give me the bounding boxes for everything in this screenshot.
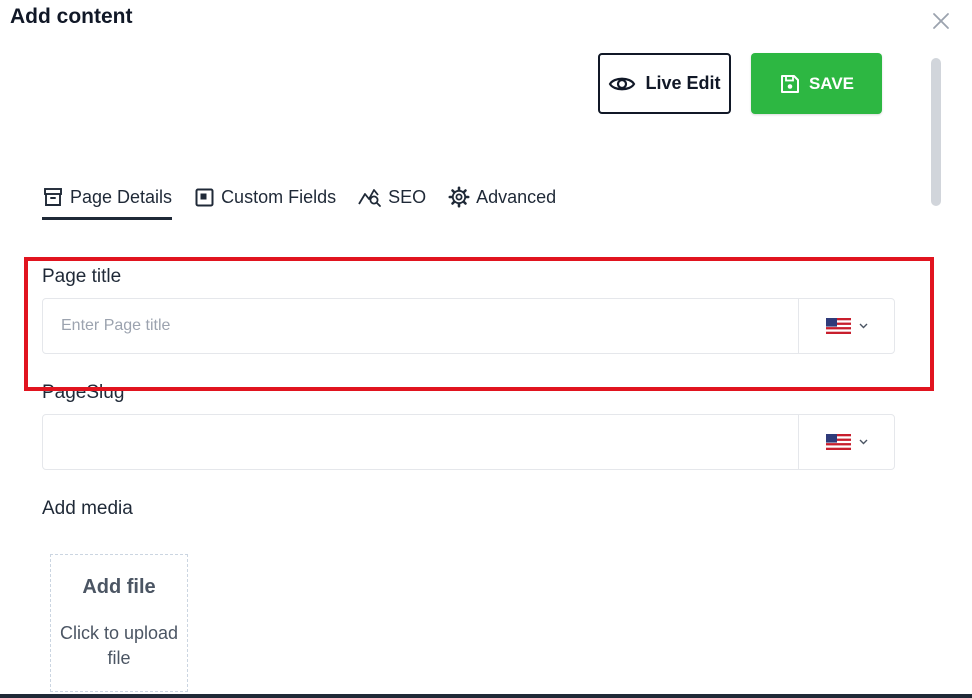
chevron-down-icon bbox=[859, 439, 867, 445]
add-file-title: Add file bbox=[82, 576, 156, 598]
us-flag-icon bbox=[825, 434, 851, 450]
page-slug-input-group bbox=[42, 414, 895, 470]
page-title-language-select[interactable] bbox=[798, 299, 894, 353]
scrollbar-thumb[interactable] bbox=[931, 58, 941, 206]
tab-advanced[interactable]: Advanced bbox=[448, 186, 556, 220]
tab-custom-fields[interactable]: Custom Fields bbox=[194, 186, 336, 220]
save-button[interactable]: SAVE bbox=[751, 53, 882, 114]
us-flag-icon bbox=[825, 318, 851, 334]
eye-icon bbox=[609, 77, 636, 90]
page-slug-language-select[interactable] bbox=[798, 415, 894, 469]
tab-label: SEO bbox=[388, 186, 427, 207]
chevron-down-icon bbox=[859, 323, 867, 329]
tab-label: Custom Fields bbox=[221, 186, 337, 207]
archive-icon bbox=[44, 188, 62, 206]
page-slug-label: PageSlug bbox=[42, 382, 125, 403]
page-title-input-group bbox=[42, 298, 895, 354]
save-label: SAVE bbox=[808, 73, 855, 93]
add-media-label: Add media bbox=[42, 498, 133, 519]
tab-bar: Page Details Custom Fields SEO Advanced bbox=[42, 186, 556, 220]
bottom-divider bbox=[0, 694, 972, 698]
dialog-title: Add content bbox=[10, 5, 133, 28]
page-slug-input[interactable] bbox=[43, 415, 798, 469]
close-icon bbox=[933, 13, 949, 29]
gear-icon bbox=[448, 186, 470, 208]
live-edit-label: Live Edit bbox=[645, 73, 721, 93]
tab-seo[interactable]: SEO bbox=[358, 186, 426, 220]
tab-label: Advanced bbox=[476, 186, 557, 207]
add-file-hint: Click to upload file bbox=[59, 623, 179, 668]
seo-chart-icon bbox=[358, 189, 381, 207]
square-icon bbox=[195, 188, 214, 206]
tab-page-details[interactable]: Page Details bbox=[42, 186, 173, 220]
add-file-dropzone[interactable]: Add file Click to upload file bbox=[50, 554, 188, 692]
floppy-disk-icon bbox=[780, 74, 799, 93]
close-button[interactable] bbox=[930, 10, 952, 32]
tab-label: Page Details bbox=[70, 186, 173, 207]
page-title-label: Page title bbox=[42, 266, 122, 287]
add-content-dialog: Add content Live Edit SAVE Page Details … bbox=[0, 0, 972, 698]
live-edit-button[interactable]: Live Edit bbox=[598, 53, 731, 114]
page-title-input[interactable] bbox=[43, 299, 798, 353]
